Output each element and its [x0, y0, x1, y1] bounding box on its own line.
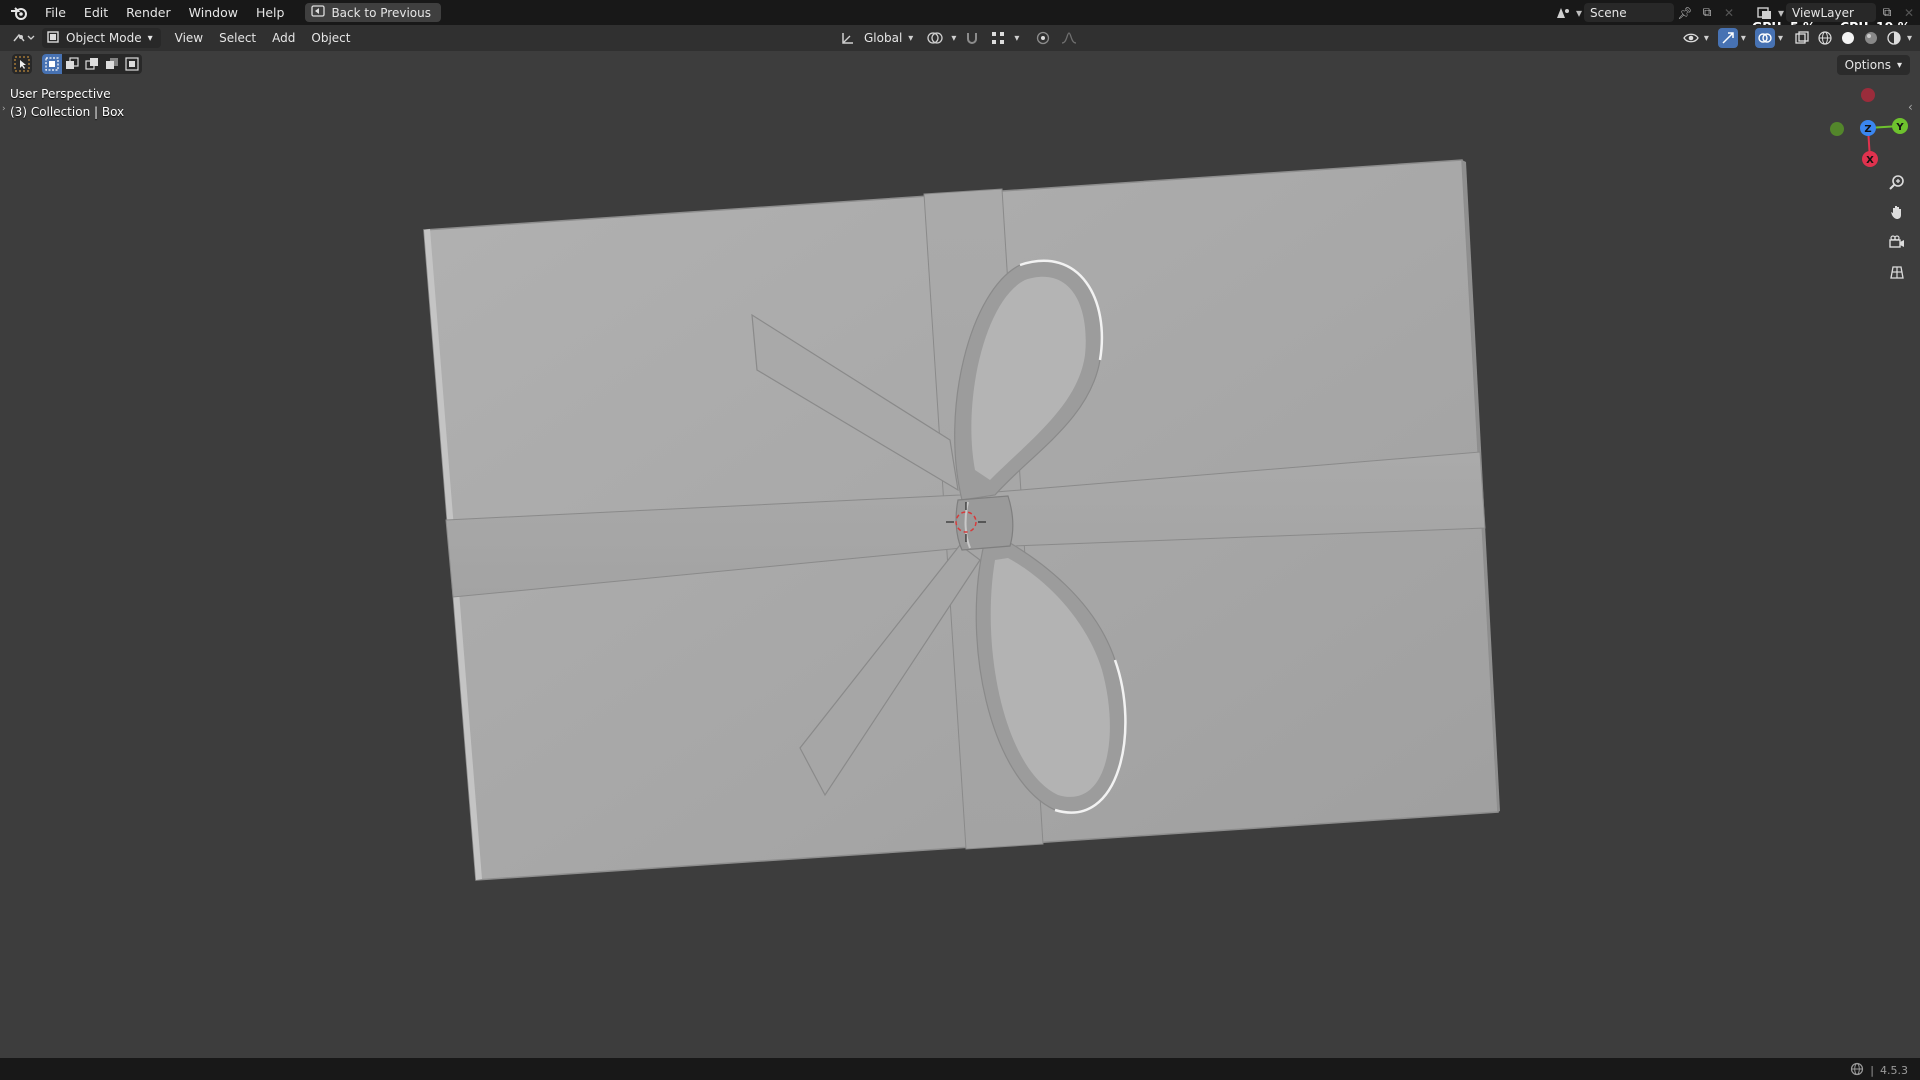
- overlay-icon[interactable]: [1754, 28, 1775, 48]
- select-difference-icon[interactable]: [102, 54, 122, 74]
- back-to-previous-label: Back to Previous: [331, 5, 431, 20]
- collapse-arrow-icon[interactable]: ›: [2, 104, 6, 114]
- scene-dropdown-chevron-icon[interactable]: ▾: [1574, 3, 1584, 22]
- pivot-chevron-icon[interactable]: ▾: [951, 33, 956, 44]
- orientation-chevron-icon[interactable]: ▾: [908, 33, 913, 44]
- hand-icon[interactable]: [1884, 199, 1910, 225]
- material-shading-icon[interactable]: [1861, 28, 1881, 48]
- pivot-icon[interactable]: [925, 28, 945, 48]
- menu-window[interactable]: Window: [180, 0, 247, 25]
- select-new-icon[interactable]: [42, 54, 62, 74]
- blender-logo-icon[interactable]: [8, 2, 30, 24]
- collection-info: (3) Collection | Box: [10, 105, 125, 119]
- zoom-icon[interactable]: [1884, 169, 1910, 195]
- scene-name-field[interactable]: Scene: [1584, 3, 1674, 22]
- scene-name: Scene: [1590, 5, 1627, 20]
- scene-icon[interactable]: [1552, 3, 1574, 22]
- version-label: 4.5.3: [1880, 1064, 1908, 1077]
- gizmo-x-label: X: [1866, 155, 1874, 166]
- navigation-gizmo[interactable]: Y Z X: [1820, 84, 1920, 174]
- select-subtract-icon[interactable]: [82, 54, 102, 74]
- snap-toggle-icon[interactable]: [962, 28, 982, 48]
- snap-icon[interactable]: [988, 28, 1008, 48]
- visibility-icon[interactable]: [1681, 28, 1701, 48]
- visibility-chevron-icon[interactable]: ▾: [1704, 33, 1709, 44]
- object-mode-dropdown[interactable]: Object Mode ▾: [42, 28, 161, 48]
- menu-render[interactable]: Render: [117, 0, 180, 25]
- status-divider: |: [1870, 1064, 1874, 1077]
- proportional-icon[interactable]: [1033, 28, 1053, 48]
- view-name: User Perspective: [10, 87, 111, 101]
- rendered-shading-icon[interactable]: [1884, 28, 1904, 48]
- menu-view[interactable]: View: [167, 25, 211, 51]
- gizmo-y-label: Y: [1895, 122, 1904, 133]
- object-mode-label: Object Mode: [66, 31, 142, 45]
- snap-chevron-icon[interactable]: ▾: [1014, 33, 1019, 44]
- chevron-down-icon: ▾: [147, 32, 153, 44]
- editor-type-icon[interactable]: [10, 28, 38, 48]
- shading-chevron-icon[interactable]: ▾: [1907, 33, 1912, 44]
- back-icon: [311, 5, 326, 20]
- camera-icon[interactable]: [1884, 229, 1910, 255]
- menu-object[interactable]: Object: [303, 25, 358, 51]
- grid-icon[interactable]: [1884, 259, 1910, 285]
- status-bar: | 4.5.3: [0, 1058, 1920, 1080]
- options-label: Options: [1844, 58, 1891, 72]
- viewport-display-tools: ▾ ▾ ▾ ▾: [1681, 28, 1912, 48]
- back-to-previous-button[interactable]: Back to Previous: [305, 3, 441, 22]
- menu-edit[interactable]: Edit: [75, 0, 117, 25]
- falloff-icon[interactable]: [1059, 28, 1079, 48]
- gizmo-neg-x[interactable]: [1861, 88, 1875, 102]
- select-extend-icon[interactable]: [62, 54, 82, 74]
- xray-icon[interactable]: [1792, 28, 1812, 48]
- tool-settings-row: [12, 54, 142, 74]
- viewport-header: Object Mode ▾ View Select Add Object Glo…: [0, 25, 1920, 51]
- gizmo-neg-y[interactable]: [1830, 122, 1844, 136]
- options-chevron-icon: ▾: [1896, 59, 1902, 71]
- menu-file[interactable]: File: [36, 0, 75, 25]
- network-icon[interactable]: [1850, 1062, 1864, 1079]
- viewport-scene[interactable]: [0, 0, 1920, 1080]
- menu-add[interactable]: Add: [264, 25, 303, 51]
- select-tool-icon[interactable]: [12, 54, 32, 74]
- version-info: | 4.5.3: [1850, 1062, 1908, 1079]
- copy-icon[interactable]: ⧉: [1696, 3, 1718, 22]
- object-mode-icon: [46, 30, 60, 47]
- transform-icon[interactable]: [838, 28, 858, 48]
- options-dropdown[interactable]: Options ▾: [1836, 55, 1910, 75]
- viewlayer-name: ViewLayer: [1792, 5, 1854, 20]
- select-intersect-icon[interactable]: [122, 54, 142, 74]
- gizmo-chevron-icon[interactable]: ▾: [1741, 33, 1746, 44]
- gizmo-icon[interactable]: [1717, 28, 1738, 48]
- overlay-chevron-icon[interactable]: ▾: [1778, 33, 1783, 44]
- transform-tools: Global ▾ ▾ ▾: [838, 28, 1079, 48]
- close-icon[interactable]: ✕: [1718, 3, 1740, 22]
- pin-icon[interactable]: 📌︎: [1674, 3, 1696, 22]
- selection-mode-group: [42, 54, 142, 74]
- menu-help[interactable]: Help: [247, 0, 294, 25]
- gift-box-model[interactable]: [423, 159, 1500, 881]
- menu-select[interactable]: Select: [211, 25, 264, 51]
- wireframe-shading-icon[interactable]: [1815, 28, 1835, 48]
- solid-shading-icon[interactable]: [1838, 28, 1858, 48]
- transform-orientation-label[interactable]: Global: [864, 31, 902, 45]
- gizmo-z-label: Z: [1864, 124, 1871, 135]
- top-menubar: File Edit Render Window Help Back to Pre…: [0, 0, 1920, 25]
